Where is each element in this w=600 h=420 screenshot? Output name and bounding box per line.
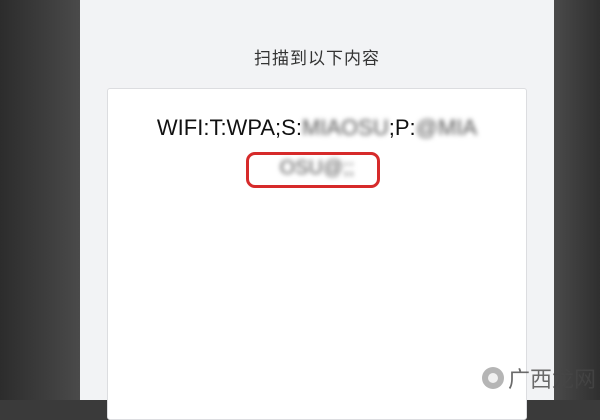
scan-result-screen: 扫描到以下内容 WIFI:T:WPA;S:MIAOSU;P:@MIA OSU@;…: [80, 0, 554, 420]
background-right: [554, 0, 600, 400]
watermark-text: 广西龙网: [507, 368, 596, 393]
wifi-password-part-1-blurred: @MIA: [415, 115, 478, 140]
watermark: 广西龙网: [481, 362, 596, 394]
scan-result-box[interactable]: WIFI:T:WPA;S:MIAOSU;P:@MIA OSU@;;: [107, 88, 527, 420]
password-highlight-annotation: [246, 152, 380, 188]
wifi-ssid-blurred: MIAOSU: [301, 115, 389, 140]
page-title: 扫描到以下内容: [254, 49, 380, 69]
background-left: [0, 0, 80, 400]
scan-result-line-1: WIFI:T:WPA;S:MIAOSU;P:@MIA: [108, 115, 526, 141]
watermark-logo-icon: [481, 367, 504, 389]
wifi-prefix: WIFI:T:WPA;S:: [156, 115, 302, 140]
wifi-password-separator: ;P:: [388, 115, 416, 140]
